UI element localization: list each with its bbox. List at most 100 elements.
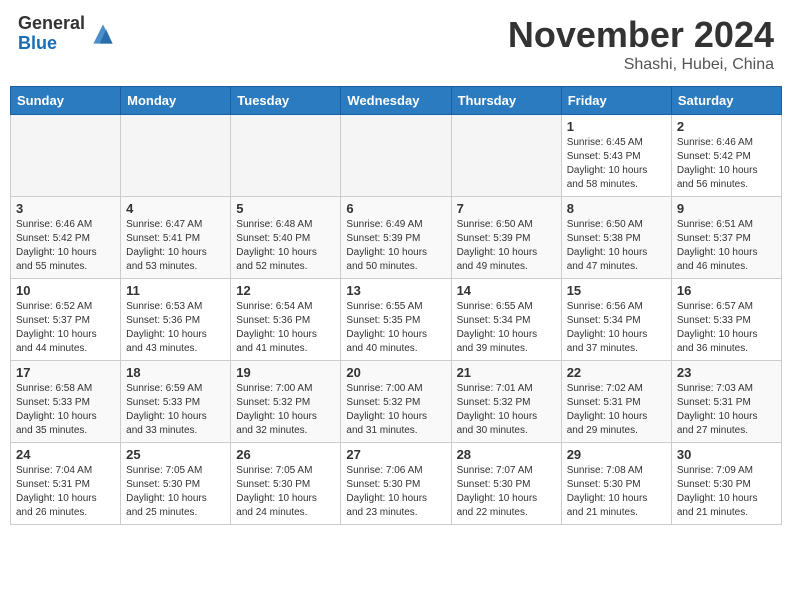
col-header-thursday: Thursday bbox=[451, 87, 561, 115]
day-number: 11 bbox=[126, 283, 225, 298]
empty-cell bbox=[451, 115, 561, 197]
day-number: 5 bbox=[236, 201, 335, 216]
day-info: Sunrise: 7:03 AMSunset: 5:31 PMDaylight:… bbox=[677, 382, 776, 438]
page-header: General Blue November 2024 Shashi, Hubei… bbox=[10, 10, 782, 78]
calendar-header-row: SundayMondayTuesdayWednesdayThursdayFrid… bbox=[11, 87, 782, 115]
day-cell-29: 29 Sunrise: 7:08 AMSunset: 5:30 PMDayligh… bbox=[561, 443, 671, 525]
day-info: Sunrise: 6:50 AMSunset: 5:38 PMDaylight:… bbox=[567, 218, 666, 274]
day-number: 19 bbox=[236, 365, 335, 380]
day-cell-8: 8Sunrise: 6:50 AMSunset: 5:38 PMDaylight… bbox=[561, 197, 671, 279]
day-info: Sunrise: 7:09 AMSunset: 5:30 PMDaylight:… bbox=[677, 464, 776, 520]
day-number: 16 bbox=[677, 283, 776, 298]
logo-icon bbox=[87, 18, 119, 50]
col-header-sunday: Sunday bbox=[11, 87, 121, 115]
day-info: Sunrise: 7:02 AMSunset: 5:31 PMDaylight:… bbox=[567, 382, 666, 438]
day-number: 13 bbox=[346, 283, 445, 298]
day-info: Sunrise: 6:48 AMSunset: 5:40 PMDaylight:… bbox=[236, 218, 335, 274]
empty-cell bbox=[231, 115, 341, 197]
week-row-4: 17 Sunrise: 6:58 AMSunset: 5:33 PMDayligh… bbox=[11, 361, 782, 443]
day-cell-1: 1 Sunrise: 6:45 AMSunset: 5:43 PMDaylight… bbox=[561, 115, 671, 197]
day-cell-21: 21 Sunrise: 7:01 AMSunset: 5:32 PMDayligh… bbox=[451, 361, 561, 443]
day-info: Sunrise: 6:52 AMSunset: 5:37 PMDaylight:… bbox=[16, 300, 115, 356]
day-info: Sunrise: 7:00 AMSunset: 5:32 PMDaylight:… bbox=[346, 382, 445, 438]
week-row-3: 10 Sunrise: 6:52 AMSunset: 5:37 PMDayligh… bbox=[11, 279, 782, 361]
day-info: Sunrise: 7:01 AMSunset: 5:32 PMDaylight:… bbox=[457, 382, 556, 438]
day-info: Sunrise: 7:05 AMSunset: 5:30 PMDaylight:… bbox=[126, 464, 225, 520]
day-number: 30 bbox=[677, 447, 776, 462]
col-header-monday: Monday bbox=[121, 87, 231, 115]
day-cell-23: 23 Sunrise: 7:03 AMSunset: 5:31 PMDayligh… bbox=[671, 361, 781, 443]
day-cell-17: 17 Sunrise: 6:58 AMSunset: 5:33 PMDayligh… bbox=[11, 361, 121, 443]
day-number: 7 bbox=[457, 201, 556, 216]
day-info: Sunrise: 6:47 AMSunset: 5:41 PMDaylight:… bbox=[126, 218, 225, 274]
day-number: 24 bbox=[16, 447, 115, 462]
day-number: 23 bbox=[677, 365, 776, 380]
day-info: Sunrise: 6:49 AMSunset: 5:39 PMDaylight:… bbox=[346, 218, 445, 274]
day-info: Sunrise: 6:58 AMSunset: 5:33 PMDaylight:… bbox=[16, 382, 115, 438]
day-number: 10 bbox=[16, 283, 115, 298]
empty-cell bbox=[11, 115, 121, 197]
day-number: 6 bbox=[346, 201, 445, 216]
day-number: 21 bbox=[457, 365, 556, 380]
day-cell-26: 26Sunrise: 7:05 AMSunset: 5:30 PMDayligh… bbox=[231, 443, 341, 525]
day-cell-7: 7 Sunrise: 6:50 AMSunset: 5:39 PMDaylight… bbox=[451, 197, 561, 279]
day-info: Sunrise: 6:56 AMSunset: 5:34 PMDaylight:… bbox=[567, 300, 666, 356]
calendar-table: SundayMondayTuesdayWednesdayThursdayFrid… bbox=[10, 86, 782, 525]
day-cell-28: 28Sunrise: 7:07 AMSunset: 5:30 PMDayligh… bbox=[451, 443, 561, 525]
col-header-saturday: Saturday bbox=[671, 87, 781, 115]
day-number: 15 bbox=[567, 283, 666, 298]
col-header-tuesday: Tuesday bbox=[231, 87, 341, 115]
day-cell-3: 3 Sunrise: 6:46 AMSunset: 5:42 PMDaylight… bbox=[11, 197, 121, 279]
day-number: 26 bbox=[236, 447, 335, 462]
day-number: 2 bbox=[677, 119, 776, 134]
day-cell-9: 9 Sunrise: 6:51 AMSunset: 5:37 PMDaylight… bbox=[671, 197, 781, 279]
empty-cell bbox=[341, 115, 451, 197]
day-info: Sunrise: 6:53 AMSunset: 5:36 PMDaylight:… bbox=[126, 300, 225, 356]
day-cell-14: 14Sunrise: 6:55 AMSunset: 5:34 PMDayligh… bbox=[451, 279, 561, 361]
day-info: Sunrise: 7:04 AMSunset: 5:31 PMDaylight:… bbox=[16, 464, 115, 520]
day-number: 18 bbox=[126, 365, 225, 380]
day-cell-15: 15 Sunrise: 6:56 AMSunset: 5:34 PMDayligh… bbox=[561, 279, 671, 361]
day-number: 9 bbox=[677, 201, 776, 216]
day-number: 29 bbox=[567, 447, 666, 462]
week-row-5: 24 Sunrise: 7:04 AMSunset: 5:31 PMDayligh… bbox=[11, 443, 782, 525]
day-cell-24: 24 Sunrise: 7:04 AMSunset: 5:31 PMDayligh… bbox=[11, 443, 121, 525]
day-cell-27: 27Sunrise: 7:06 AMSunset: 5:30 PMDayligh… bbox=[341, 443, 451, 525]
day-number: 12 bbox=[236, 283, 335, 298]
title-block: November 2024 Shashi, Hubei, China bbox=[508, 14, 774, 74]
day-info: Sunrise: 6:57 AMSunset: 5:33 PMDaylight:… bbox=[677, 300, 776, 356]
day-info: Sunrise: 7:08 AMSunset: 5:30 PMDaylight:… bbox=[567, 464, 666, 520]
day-number: 3 bbox=[16, 201, 115, 216]
day-number: 25 bbox=[126, 447, 225, 462]
day-info: Sunrise: 6:51 AMSunset: 5:37 PMDaylight:… bbox=[677, 218, 776, 274]
day-number: 1 bbox=[567, 119, 666, 134]
week-row-1: 1 Sunrise: 6:45 AMSunset: 5:43 PMDaylight… bbox=[11, 115, 782, 197]
day-cell-2: 2 Sunrise: 6:46 AMSunset: 5:42 PMDaylight… bbox=[671, 115, 781, 197]
day-cell-30: 30 Sunrise: 7:09 AMSunset: 5:30 PMDayligh… bbox=[671, 443, 781, 525]
day-info: Sunrise: 6:50 AMSunset: 5:39 PMDaylight:… bbox=[457, 218, 556, 274]
day-number: 22 bbox=[567, 365, 666, 380]
day-cell-12: 12 Sunrise: 6:54 AMSunset: 5:36 PMDayligh… bbox=[231, 279, 341, 361]
day-cell-25: 25 Sunrise: 7:05 AMSunset: 5:30 PMDayligh… bbox=[121, 443, 231, 525]
day-number: 17 bbox=[16, 365, 115, 380]
day-info: Sunrise: 6:45 AMSunset: 5:43 PMDaylight:… bbox=[567, 136, 666, 192]
empty-cell bbox=[121, 115, 231, 197]
month-title: November 2024 bbox=[508, 14, 774, 56]
logo-general-text: General bbox=[18, 14, 85, 34]
day-number: 20 bbox=[346, 365, 445, 380]
day-info: Sunrise: 6:46 AMSunset: 5:42 PMDaylight:… bbox=[677, 136, 776, 192]
day-cell-16: 16 Sunrise: 6:57 AMSunset: 5:33 PMDayligh… bbox=[671, 279, 781, 361]
col-header-wednesday: Wednesday bbox=[341, 87, 451, 115]
logo: General Blue bbox=[18, 14, 119, 54]
day-info: Sunrise: 6:55 AMSunset: 5:35 PMDaylight:… bbox=[346, 300, 445, 356]
day-info: Sunrise: 6:54 AMSunset: 5:36 PMDaylight:… bbox=[236, 300, 335, 356]
day-number: 27 bbox=[346, 447, 445, 462]
day-cell-19: 19Sunrise: 7:00 AMSunset: 5:32 PMDayligh… bbox=[231, 361, 341, 443]
location-title: Shashi, Hubei, China bbox=[508, 56, 774, 74]
day-info: Sunrise: 6:46 AMSunset: 5:42 PMDaylight:… bbox=[16, 218, 115, 274]
col-header-friday: Friday bbox=[561, 87, 671, 115]
day-cell-22: 22 Sunrise: 7:02 AMSunset: 5:31 PMDayligh… bbox=[561, 361, 671, 443]
day-info: Sunrise: 6:59 AMSunset: 5:33 PMDaylight:… bbox=[126, 382, 225, 438]
day-cell-4: 4Sunrise: 6:47 AMSunset: 5:41 PMDaylight… bbox=[121, 197, 231, 279]
day-cell-5: 5 Sunrise: 6:48 AMSunset: 5:40 PMDaylight… bbox=[231, 197, 341, 279]
